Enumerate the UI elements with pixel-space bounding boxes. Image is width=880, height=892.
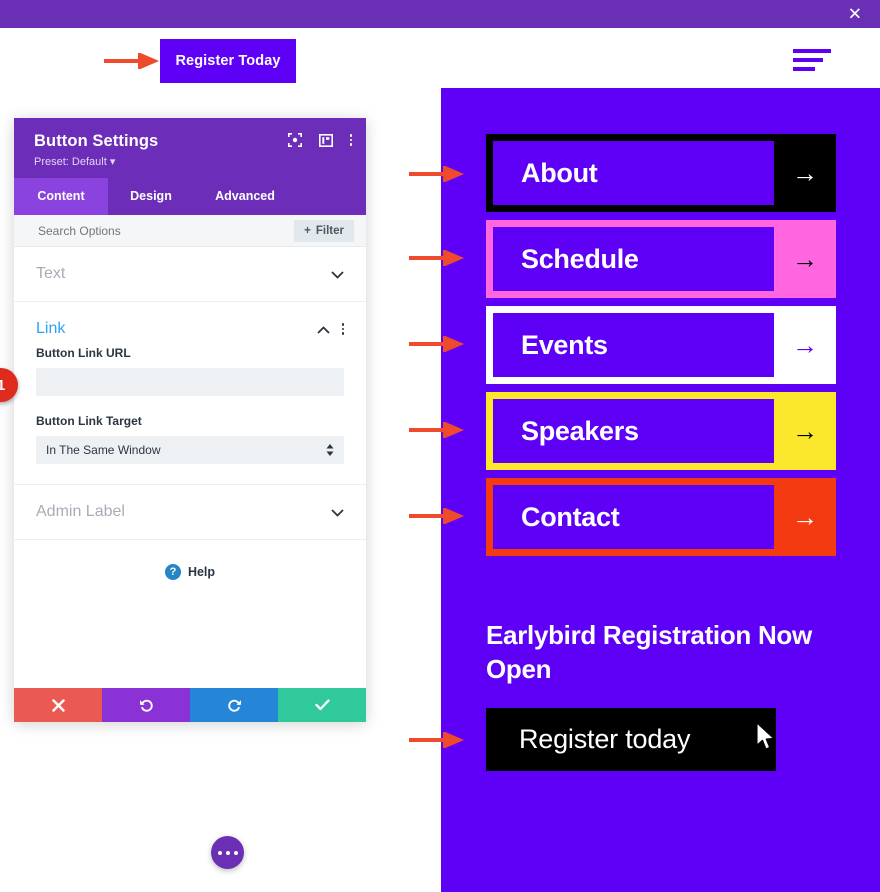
hamburger-bar-3 xyxy=(793,67,815,71)
dot xyxy=(233,850,238,855)
menu-item-events-inner: Events xyxy=(493,313,774,377)
button-link-target-select-wrap: In The Same Window xyxy=(36,436,344,464)
close-icon[interactable]: ✕ xyxy=(848,6,862,23)
step-badge-1: 1 xyxy=(0,368,18,402)
stepper-arrows-icon[interactable] xyxy=(326,444,334,456)
menu-item-events[interactable]: Events → xyxy=(486,306,836,384)
menu-item-about[interactable]: About → xyxy=(486,134,836,212)
dot xyxy=(217,850,222,855)
chevron-down-icon[interactable] xyxy=(331,268,344,281)
focus-icon[interactable] xyxy=(287,133,302,147)
register-today-preview-button[interactable]: Register Today xyxy=(160,39,296,83)
annotation-arrow xyxy=(409,508,465,524)
dot xyxy=(349,134,352,137)
menu-item-contact[interactable]: Contact → xyxy=(486,478,836,556)
link-section-body: Button Link URL 1 Button Link Target In … xyxy=(0,346,366,485)
button-link-target-label: Button Link Target xyxy=(36,414,142,428)
modal-tabs: Content Design Advanced xyxy=(14,178,366,215)
screenshot-root: ✕ Register Today Button Settings Preset:… xyxy=(0,0,880,892)
hamburger-menu-icon[interactable] xyxy=(793,49,831,77)
section-text-label: Text xyxy=(36,265,66,282)
menu-item-label: Events xyxy=(521,329,608,360)
chevron-down-icon[interactable] xyxy=(331,506,344,519)
search-input[interactable] xyxy=(38,223,295,238)
arrow-right-icon: → xyxy=(792,158,818,188)
modal-header-icons xyxy=(287,133,352,147)
cancel-button[interactable] xyxy=(14,688,102,722)
register-today-button[interactable]: Register today xyxy=(486,708,776,771)
arrow-right-icon: → xyxy=(792,416,818,446)
section-text[interactable]: Text xyxy=(14,247,366,302)
help-label: Help xyxy=(187,565,216,579)
menu-item-speakers-inner: Speakers xyxy=(493,399,774,463)
modal-header: Button Settings Preset: Default ▾ xyxy=(14,118,366,178)
save-button[interactable] xyxy=(278,688,366,722)
tab-design[interactable]: Design xyxy=(108,178,194,215)
section-link-more-icon[interactable] xyxy=(341,323,344,335)
chevron-up-icon[interactable] xyxy=(316,323,330,336)
more-vertical-icon[interactable] xyxy=(349,134,352,146)
dot xyxy=(341,323,344,326)
undo-button[interactable] xyxy=(102,688,190,722)
dot xyxy=(349,143,352,146)
modal-empty-space xyxy=(14,604,366,688)
menu-item-label: About xyxy=(521,157,598,188)
annotation-arrow xyxy=(409,422,465,438)
button-link-url-input[interactable] xyxy=(36,368,344,396)
earlybird-headline: Earlybird Registration Now Open xyxy=(486,620,812,685)
section-admin-label-text: Admin Label xyxy=(36,503,125,520)
hamburger-bar-2 xyxy=(793,58,823,62)
dot xyxy=(341,327,344,331)
modal-footer xyxy=(14,688,366,722)
section-link-label: Link xyxy=(36,320,66,337)
window-topbar: ✕ xyxy=(0,0,880,28)
menu-item-label: Schedule xyxy=(521,243,639,274)
preset-selector[interactable]: Preset: Default ▾ xyxy=(34,155,350,168)
menu-item-label: Speakers xyxy=(521,415,639,446)
search-row: + Filter xyxy=(14,215,366,247)
annotation-arrow xyxy=(409,166,465,182)
button-link-target-value: In The Same Window xyxy=(46,443,161,457)
section-admin-label[interactable]: Admin Label xyxy=(14,485,366,540)
redo-button[interactable] xyxy=(190,688,278,722)
arrow-right-icon: → xyxy=(792,502,818,532)
button-settings-modal: Button Settings Preset: Default ▾ Conten… xyxy=(0,118,366,722)
arrow-right-icon: → xyxy=(792,244,818,274)
filter-button[interactable]: + Filter xyxy=(294,219,354,242)
mobile-menu-panel: About → Schedule → Events → Speakers → C… xyxy=(441,88,880,892)
annotation-arrow xyxy=(104,53,160,69)
menu-item-label: Contact xyxy=(521,501,620,532)
mouse-cursor xyxy=(756,722,775,750)
button-link-target-select[interactable]: In The Same Window xyxy=(36,436,344,464)
filter-button-label: Filter xyxy=(315,224,344,237)
plus-icon: + xyxy=(304,224,311,237)
annotation-arrow xyxy=(409,732,465,748)
section-link-controls xyxy=(316,323,344,336)
layout-icon[interactable] xyxy=(318,133,333,147)
arrow-right-icon: → xyxy=(792,330,818,360)
menu-item-contact-inner: Contact xyxy=(493,485,774,549)
menu-item-schedule[interactable]: Schedule → xyxy=(486,220,836,298)
menu-item-speakers[interactable]: Speakers → xyxy=(486,392,836,470)
help-icon: ? xyxy=(164,564,181,580)
menu-list: About → Schedule → Events → Speakers → C… xyxy=(486,134,836,564)
annotation-arrow xyxy=(409,250,465,266)
section-link[interactable]: Link xyxy=(14,302,366,346)
dot xyxy=(225,850,230,855)
menu-item-schedule-inner: Schedule xyxy=(493,227,774,291)
tab-advanced[interactable]: Advanced xyxy=(194,178,296,215)
annotation-arrow xyxy=(409,336,465,352)
help-button[interactable]: ? Help xyxy=(14,540,366,604)
menu-item-about-inner: About xyxy=(493,141,774,205)
register-today-label: Register today xyxy=(519,724,691,754)
dot xyxy=(349,138,352,142)
button-link-url-label: Button Link URL xyxy=(36,346,131,360)
more-options-fab[interactable] xyxy=(211,836,244,869)
dot xyxy=(341,332,344,335)
register-today-preview-label: Register Today xyxy=(175,53,281,69)
hamburger-bar-1 xyxy=(793,49,831,53)
tab-content[interactable]: Content xyxy=(14,178,108,215)
